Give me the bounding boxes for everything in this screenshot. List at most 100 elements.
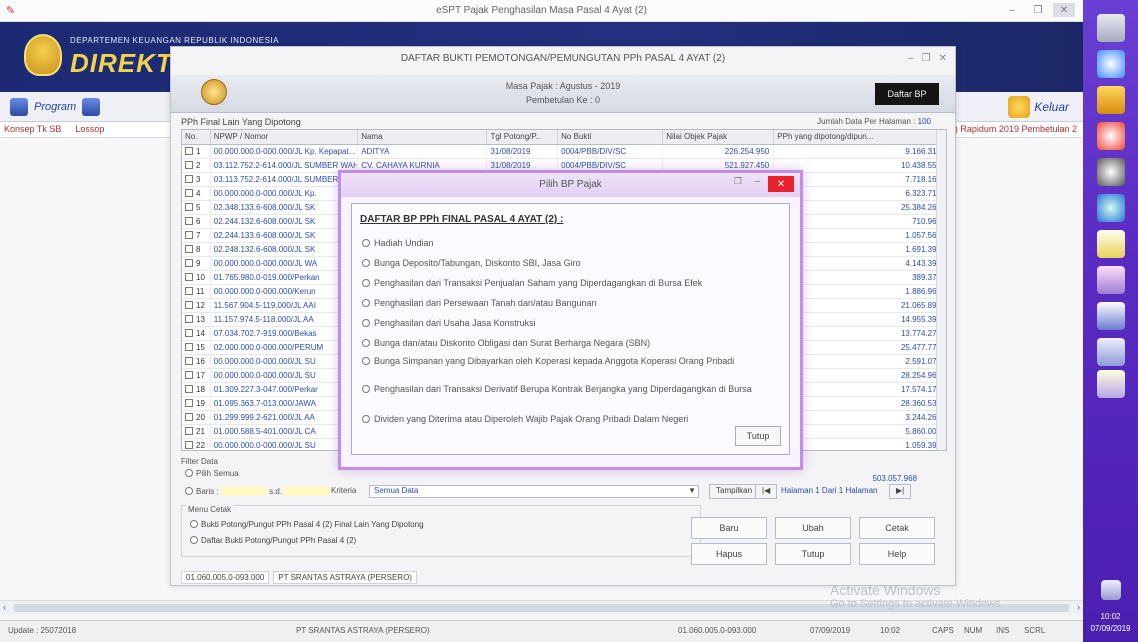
row-number-cell[interactable]: 22 xyxy=(182,438,211,450)
row-number-cell[interactable]: 2 xyxy=(182,158,211,173)
row-number-cell[interactable]: 6 xyxy=(182,214,211,229)
cetak-opt1[interactable]: Bukti Potong/Pungut PPh Pasal 4 (2) Fina… xyxy=(190,520,424,529)
taskbar-chrome-icon[interactable] xyxy=(1097,122,1125,150)
grid-header-cell[interactable]: No Bukti xyxy=(557,130,664,145)
table-cell[interactable]: 226.254.950 xyxy=(662,144,775,159)
bp-option[interactable]: Penghasilan dari Transaksi Derivatif Ber… xyxy=(362,384,782,395)
table-row[interactable]: 1 00.000.000.0-000.000/JL Kp. Kepapat... A… xyxy=(182,144,946,159)
menu-konsep[interactable]: Konsep Tk SB xyxy=(4,124,61,134)
exit-icon[interactable] xyxy=(1008,96,1031,118)
row-checkbox-icon[interactable] xyxy=(185,314,193,323)
table-cell[interactable]: 11.567.904.5-119.000/JL AAI xyxy=(210,298,359,313)
table-cell[interactable]: 01.095.363.7-013.000/JAWA xyxy=(210,396,359,411)
table-cell[interactable]: 31/08/2019 xyxy=(486,144,559,159)
taskbar-app3-icon[interactable] xyxy=(1097,194,1125,222)
row-checkbox-icon[interactable] xyxy=(185,328,193,337)
table-cell[interactable]: 02.348.133.6-608.000/JL SK xyxy=(210,200,359,215)
bp-option[interactable]: Penghasilan dari Usaha Jasa Konstruksi xyxy=(362,318,782,329)
row-number-cell[interactable]: 3 xyxy=(182,172,211,187)
table-cell[interactable]: 00.000.000.0-000.000/Kerun xyxy=(210,284,359,299)
grid-header-cell[interactable]: Nama xyxy=(357,130,488,145)
table-cell[interactable]: 02.248.132.6-608.000/JL SK xyxy=(210,242,359,257)
grid-header-cell[interactable]: Tgl Potong/P.. xyxy=(486,130,559,145)
cetak-opt2[interactable]: Daftar Bukti Potong/Pungut PPh Pasal 4 (… xyxy=(190,536,356,545)
row-number-cell[interactable]: 13 xyxy=(182,312,211,327)
table-cell[interactable]: 01.000.588.5-401.000/JL CA xyxy=(210,424,359,439)
radio-icon[interactable] xyxy=(362,385,370,393)
radio-icon[interactable] xyxy=(362,339,370,347)
row-number-cell[interactable]: 10 xyxy=(182,270,211,285)
taskbar-folder-icon[interactable] xyxy=(1097,86,1125,114)
row-checkbox-icon[interactable] xyxy=(185,258,193,267)
grid-header-cell[interactable]: PPh yang dipotong/dipun... xyxy=(773,130,946,145)
table-cell[interactable]: 02.000.000.0-000.000/PERUM xyxy=(210,340,359,355)
chevron-down-icon[interactable]: ▼ xyxy=(688,486,696,495)
table-cell[interactable]: 02.244.133.6-608.000/JL SK xyxy=(210,228,359,243)
taskbar-browser-icon[interactable] xyxy=(1097,50,1125,78)
row-checkbox-icon[interactable] xyxy=(185,174,193,183)
table-cell[interactable]: 01.299.999.2-621.000/JL AA xyxy=(210,410,359,425)
bp-option[interactable]: Penghasilan dari Persewaan Tanah dan/ata… xyxy=(362,298,782,309)
table-cell[interactable]: 01.765.980.0-019.000/Perkan xyxy=(210,270,359,285)
tampilkan-button[interactable]: Tampilkan xyxy=(709,484,760,499)
taskbar-app7-icon[interactable] xyxy=(1097,338,1125,366)
table-cell[interactable]: 00.000.000.0-000.000/JL Kp. Kepapat... xyxy=(210,144,359,159)
dialog-maximize-button[interactable]: ❐ xyxy=(922,53,931,64)
table-cell[interactable]: 03.113.752.2-614.000/JL SUMBER... xyxy=(210,172,359,187)
grid-vertical-scrollbar[interactable] xyxy=(936,130,946,450)
bp-option[interactable]: Penghasilan dari Transaksi Penjualan Sah… xyxy=(362,278,782,289)
radio-icon[interactable] xyxy=(362,299,370,307)
table-cell[interactable]: 02.244.132.6-608.000/JL SK xyxy=(210,214,359,229)
table-cell[interactable]: 01.309.227.3-047.000/Perkar xyxy=(210,382,359,397)
row-checkbox-icon[interactable] xyxy=(185,384,193,393)
filter-baris[interactable]: Baris : s.d. xyxy=(185,486,331,496)
baris-to-input[interactable] xyxy=(284,486,331,496)
radio-icon[interactable] xyxy=(190,520,198,528)
grid-header-cell[interactable]: No. xyxy=(182,130,211,145)
row-number-cell[interactable]: 20 xyxy=(182,410,211,425)
filter-pilih-semua[interactable]: Pilih Semua xyxy=(185,469,239,478)
dialog-minimize-button[interactable]: – xyxy=(908,53,914,64)
row-checkbox-icon[interactable] xyxy=(185,370,193,379)
row-checkbox-icon[interactable] xyxy=(185,412,193,421)
row-number-cell[interactable]: 18 xyxy=(182,382,211,397)
grid-header-cell[interactable]: Nilai Objek Pajak xyxy=(662,130,775,145)
radio-icon[interactable] xyxy=(185,469,193,477)
row-number-cell[interactable]: 11 xyxy=(182,284,211,299)
table-cell[interactable]: 03.112.752.2-614.000/JL SUMBER WAHYO xyxy=(210,158,359,173)
bp-option[interactable]: Bunga dan/atau Diskonto Obligasi dan Sur… xyxy=(362,338,782,349)
close-button[interactable]: ✕ xyxy=(1053,3,1075,17)
baris-from-input[interactable] xyxy=(220,486,267,496)
row-checkbox-icon[interactable] xyxy=(185,356,193,365)
taskbar-app-icon[interactable] xyxy=(1097,14,1125,42)
daftar-bp-button[interactable]: Daftar BP xyxy=(875,83,939,105)
taskbar-app2-icon[interactable] xyxy=(1097,158,1125,186)
modal-minimize-icon[interactable]: – xyxy=(754,176,760,187)
row-checkbox-icon[interactable] xyxy=(185,286,193,295)
row-checkbox-icon[interactable] xyxy=(185,160,193,169)
baru-button[interactable]: Baru xyxy=(691,517,767,539)
row-checkbox-icon[interactable] xyxy=(185,216,193,225)
jumlah-per-halaman[interactable]: Jumlah Data Per Halaman : 100 xyxy=(817,117,931,126)
taskbar-app5-icon[interactable] xyxy=(1097,266,1125,294)
row-checkbox-icon[interactable] xyxy=(185,342,193,351)
dialog-close-button[interactable]: ✕ xyxy=(939,53,947,64)
radio-icon[interactable] xyxy=(185,487,193,495)
radio-icon[interactable] xyxy=(362,279,370,287)
toolbar-program[interactable]: Program xyxy=(34,101,76,113)
table-cell[interactable]: 00.000.000.0-000.000/JL SU xyxy=(210,368,359,383)
row-number-cell[interactable]: 5 xyxy=(182,200,211,215)
radio-icon[interactable] xyxy=(190,536,198,544)
toolbar-keluar[interactable]: Keluar xyxy=(1034,100,1069,114)
bp-option[interactable]: Hadiah Undian xyxy=(362,238,782,249)
first-page-button[interactable]: |◀ xyxy=(755,484,778,499)
bp-option[interactable]: Bunga Deposito/Tabungan, Diskonto SBI, J… xyxy=(362,258,782,269)
modal-close-button[interactable]: ✕ xyxy=(768,176,794,192)
row-checkbox-icon[interactable] xyxy=(185,146,193,155)
grid-header-cell[interactable]: NPWP / Nomor xyxy=(210,130,359,145)
taskbar-app8-icon[interactable] xyxy=(1097,370,1125,398)
table-cell[interactable]: 11.157.974.5-118.000/JL AA xyxy=(210,312,359,327)
row-number-cell[interactable]: 8 xyxy=(182,242,211,257)
row-number-cell[interactable]: 17 xyxy=(182,368,211,383)
modal-tutup-button[interactable]: Tutup xyxy=(735,426,781,446)
